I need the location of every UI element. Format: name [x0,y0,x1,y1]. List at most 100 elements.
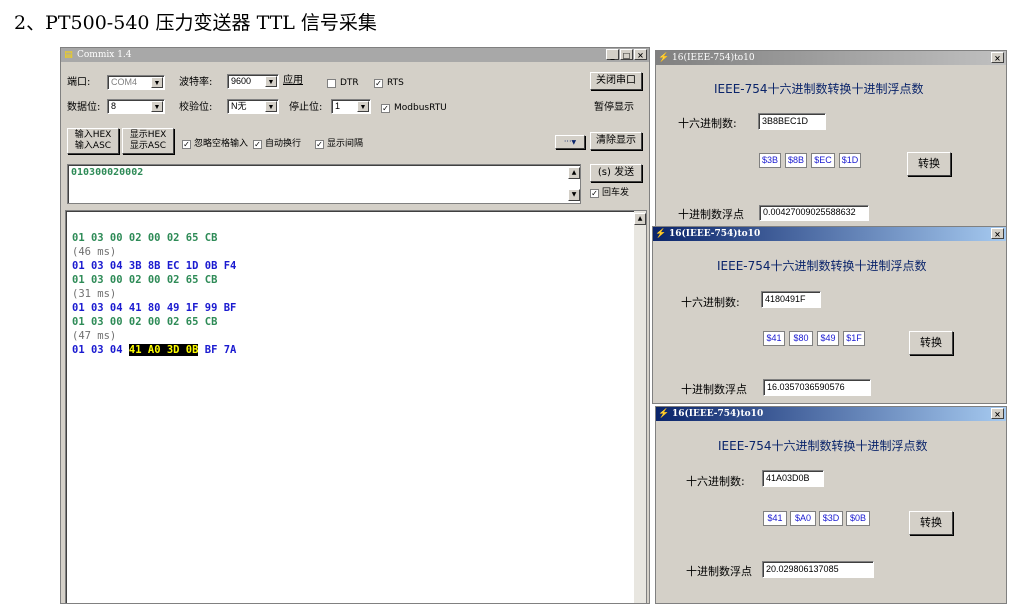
scroll-up-arrow[interactable]: ▲ [634,213,646,225]
float-label: 十进制数浮点 [678,208,744,221]
convert-button[interactable]: 转换 [909,331,953,355]
float-output[interactable]: 16.0357036590576 [763,379,871,396]
terminal-line: (47 ms) [72,330,117,342]
converter-heading: IEEE-754十六进制数转换十进制浮点数 [714,82,924,96]
app-icon: ▤ [64,50,73,60]
terminal-line: 01 03 00 02 00 02 65 CB [72,316,218,328]
selected-bytes[interactable]: 41 A0 3D 0B [128,344,199,356]
stopbits-label: 停止位: [289,102,323,113]
terminal-line: (31 ms) [72,288,117,300]
baud-value: 9600 [231,76,252,86]
chevron-down-icon[interactable]: ▼ [357,101,369,112]
apply-button[interactable]: 应用 [283,74,303,88]
return-send-label: 回车发 [602,188,630,198]
commix-titlebar[interactable]: ▤ Commix 1.4 _ □ × [61,48,649,62]
close-button[interactable]: × [991,408,1004,419]
byte-box: $3B [759,153,781,168]
more-button[interactable]: ···▼ [555,135,585,149]
byte-box: $1F [843,331,865,346]
terminal-prefix: 01 03 04 [72,344,129,356]
clear-display-button[interactable]: 清除显示 [590,132,642,150]
databits-value: 8 [111,101,117,111]
ignore-space-checkbox[interactable]: ✓ [182,140,191,149]
close-button[interactable]: × [634,49,647,60]
terminal-line: 01 03 00 02 00 02 65 CB [72,232,218,244]
dtr-checkbox[interactable] [327,79,336,88]
receive-terminal[interactable]: 01 03 00 02 00 02 65 CB (46 ms) 01 03 04… [65,210,647,604]
convert-button[interactable]: 转换 [909,511,953,535]
send-button[interactable]: (s) 发送 [590,164,642,182]
pause-display-button[interactable]: 暂停显示 [594,101,634,115]
command-text: 010300020002 [71,167,144,178]
maximize-button[interactable]: □ [620,49,633,60]
input-format-toggle[interactable]: 输入HEX 输入ASC [67,128,119,154]
parity-label: 校验位: [179,102,213,113]
minimize-button[interactable]: _ [606,49,619,60]
converter-heading: IEEE-754十六进制数转换十进制浮点数 [718,439,928,453]
ignore-space-label: 忽略空格输入 [194,139,249,149]
parity-select[interactable]: N无 ▼ [227,99,279,114]
hex-input[interactable]: 4180491F [761,291,821,308]
return-send-checkbox[interactable]: ✓ [590,189,599,198]
scroll-down-arrow[interactable]: ▼ [568,189,580,201]
byte-box: $49 [817,331,839,346]
window-title: 16(IEEE-754)to10 [672,409,764,419]
hex-label: 十六进制数: [678,117,737,130]
display-asc-button[interactable]: 显示ASC [123,141,173,152]
byte-box: $41 [763,511,787,526]
more-button-label: ··· [563,137,572,146]
display-format-toggle[interactable]: 显示HEX 显示ASC [122,128,174,154]
terminal-line: 01 03 04 41 80 49 1F 99 BF [72,302,237,314]
byte-box: $0B [846,511,870,526]
converter-titlebar[interactable]: ⚡ 16(IEEE-754)to10 × [656,407,1006,421]
delphi-icon: ⚡ [658,409,670,419]
converter-window-2: ⚡ 16(IEEE-754)to10 × IEEE-754十六进制数转换十进制浮… [652,226,1007,404]
hex-input[interactable]: 3B8BEC1D [758,113,826,130]
port-select[interactable]: COM4 ▼ [107,75,165,90]
auto-newline-label: 自动换行 [265,139,302,149]
float-output[interactable]: 0.00427009025588632 [759,205,869,221]
hex-label: 十六进制数: [686,475,745,488]
window-title: 16(IEEE-754)to10 [672,53,755,63]
baud-select[interactable]: 9600 ▼ [227,74,279,89]
float-label: 十进制数浮点 [686,565,752,578]
terminal-scrollbar[interactable]: ▲ [634,211,646,603]
float-output[interactable]: 20.029806137085 [762,561,874,578]
convert-button[interactable]: 转换 [907,152,951,176]
port-label: 端口: [67,77,91,88]
auto-newline-checkbox[interactable]: ✓ [253,140,262,149]
scroll-up-arrow[interactable]: ▲ [568,167,580,179]
delphi-icon: ⚡ [655,229,667,239]
input-asc-button[interactable]: 输入ASC [68,141,118,152]
input-hex-button[interactable]: 输入HEX [68,130,118,141]
converter-titlebar[interactable]: ⚡ 16(IEEE-754)to10 × [653,227,1006,241]
modbus-checkbox[interactable]: ✓ [381,104,390,113]
chevron-down-icon: ▼ [571,139,577,146]
show-interval-checkbox[interactable]: ✓ [315,140,324,149]
parity-value: N无 [231,101,247,111]
databits-label: 数据位: [67,102,101,113]
byte-box: $EC [811,153,835,168]
chevron-down-icon[interactable]: ▼ [151,101,163,112]
chevron-down-icon[interactable]: ▼ [265,101,277,112]
close-button[interactable]: × [991,52,1004,63]
stopbits-value: 1 [335,101,341,111]
databits-select[interactable]: 8 ▼ [107,99,165,114]
command-input[interactable]: 010300020002 ▲ ▼ [67,164,581,204]
delphi-icon: ⚡ [658,53,670,63]
converter-titlebar[interactable]: ⚡ 16(IEEE-754)to10 × [656,51,1006,65]
terminal-line: 01 03 04 3B 8B EC 1D 0B F4 [72,260,237,272]
close-port-button[interactable]: 关闭串口 [590,72,642,90]
dtr-label: DTR [340,78,359,88]
hex-input[interactable]: 41A03D0B [762,470,824,487]
display-hex-button[interactable]: 显示HEX [123,130,173,141]
commix-window: ▤ Commix 1.4 _ □ × 端口: COM4 ▼ 波特率: 9600 … [60,47,650,604]
terminal-line: (46 ms) [72,246,117,258]
byte-box: $3D [819,511,843,526]
show-interval-label: 显示间隔 [327,139,364,149]
rts-checkbox[interactable]: ✓ [374,79,383,88]
chevron-down-icon[interactable]: ▼ [151,77,163,88]
chevron-down-icon[interactable]: ▼ [265,76,277,87]
close-button[interactable]: × [991,228,1004,239]
stopbits-select[interactable]: 1 ▼ [331,99,371,114]
